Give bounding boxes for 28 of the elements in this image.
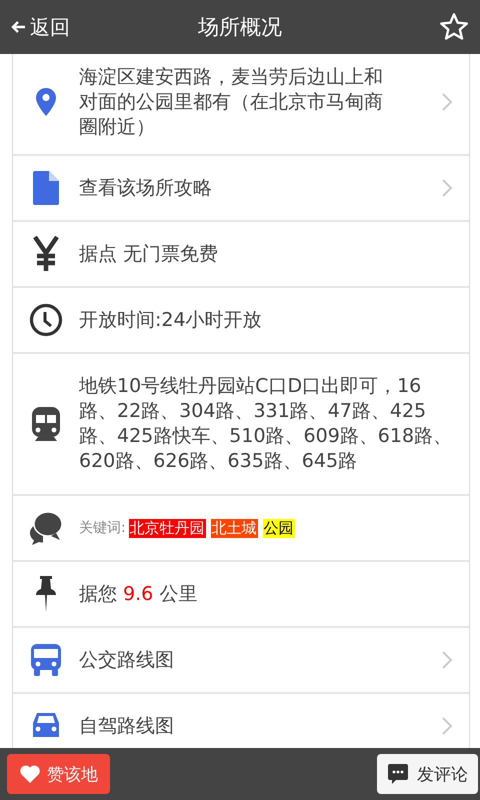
- yuan-icon: [33, 236, 59, 272]
- row-text: 海淀区建安西路，麦当劳后边山上和对面的公园里都有（在北京市马甸商圈附近）: [79, 64, 384, 140]
- comment-icon: [387, 763, 409, 785]
- list-item[interactable]: 海淀区建安西路，麦当劳后边山上和对面的公园里都有（在北京市马甸商圈附近）: [13, 54, 469, 156]
- bus-icon: [31, 644, 61, 676]
- row-text: 公交路线图: [79, 648, 174, 672]
- keyword-tag[interactable]: 公园: [262, 518, 295, 538]
- row-text: 自驾路线图: [79, 714, 174, 738]
- clock-icon: [29, 303, 63, 337]
- heart-icon: [19, 764, 41, 784]
- location-pin-icon: [35, 87, 57, 117]
- back-arrow-icon: [10, 19, 26, 35]
- row-text: 地铁10号线牡丹园站C口D口出即可，16路、22路、304路、331路、47路、425路、425路快车、510路、609路、618路、620路、626路、635路、645路: [79, 374, 454, 474]
- page-title: 场所概况: [198, 14, 282, 41]
- row-text: 据点 无门票免费: [79, 242, 218, 266]
- like-button[interactable]: 赞该地: [7, 754, 110, 794]
- keyword-tag[interactable]: 北京牡丹园: [128, 518, 206, 538]
- list-item[interactable]: 公交路线图: [13, 628, 469, 694]
- comment-button[interactable]: 发评论: [377, 754, 478, 794]
- row-text: 查看该场所攻略: [79, 176, 212, 200]
- distance-text: 据您 9.6 公里: [79, 582, 198, 606]
- back-button[interactable]: 返回: [6, 10, 74, 44]
- row-text: 开放时间:24小时开放: [79, 308, 262, 332]
- keywords-label: 关键词:: [79, 518, 126, 538]
- document-icon: [33, 171, 59, 205]
- list-item[interactable]: 查看该场所攻略: [13, 156, 469, 222]
- train-icon: [32, 407, 60, 441]
- chat-bubbles-icon: [29, 511, 63, 545]
